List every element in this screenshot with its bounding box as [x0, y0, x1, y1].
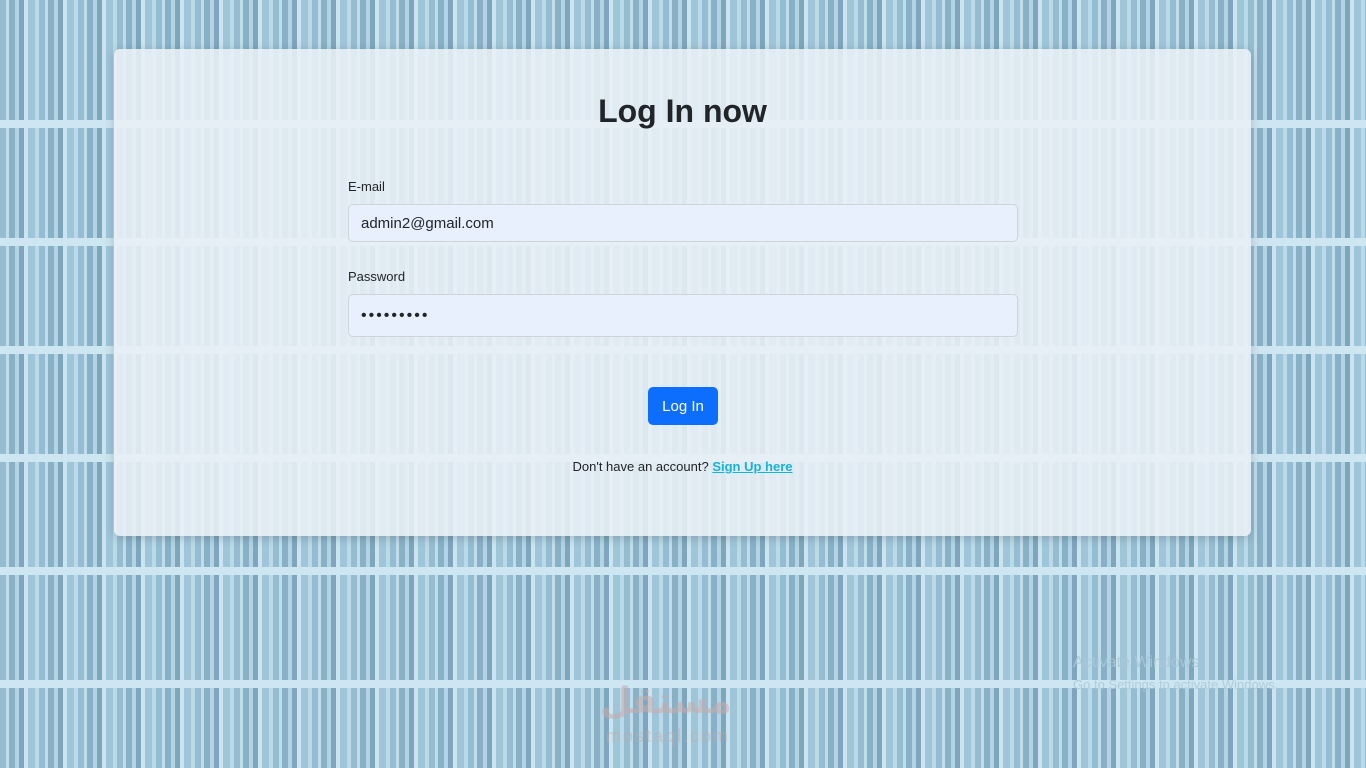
password-group: Password •••••••••: [348, 269, 1018, 337]
email-label: E-mail: [348, 179, 385, 194]
site-watermark-logo: مستقل: [600, 680, 732, 721]
activate-windows-watermark: Activate Windows Go to Settings to activ…: [1073, 652, 1278, 696]
signup-prompt-text: Don't have an account?: [572, 459, 709, 474]
shelf-board: [0, 567, 1366, 575]
login-card: Log In now E-mail admin2@gmail.com Passw…: [114, 49, 1251, 536]
page-title: Log In now: [598, 93, 767, 129]
site-watermark-url: mostaql.com: [606, 726, 731, 746]
signup-link[interactable]: Sign Up here: [712, 459, 792, 474]
password-label: Password: [348, 269, 406, 284]
password-field[interactable]: •••••••••: [348, 294, 1018, 337]
activate-windows-title: Activate Windows: [1073, 654, 1200, 671]
email-group: E-mail admin2@gmail.com: [348, 179, 1018, 242]
activate-windows-subtitle: Go to Settings to activate Windows.: [1073, 677, 1279, 692]
signup-prompt-line: Don't have an account? Sign Up here: [114, 459, 1251, 474]
email-field[interactable]: admin2@gmail.com: [348, 204, 1018, 242]
login-button[interactable]: Log In: [648, 387, 718, 425]
